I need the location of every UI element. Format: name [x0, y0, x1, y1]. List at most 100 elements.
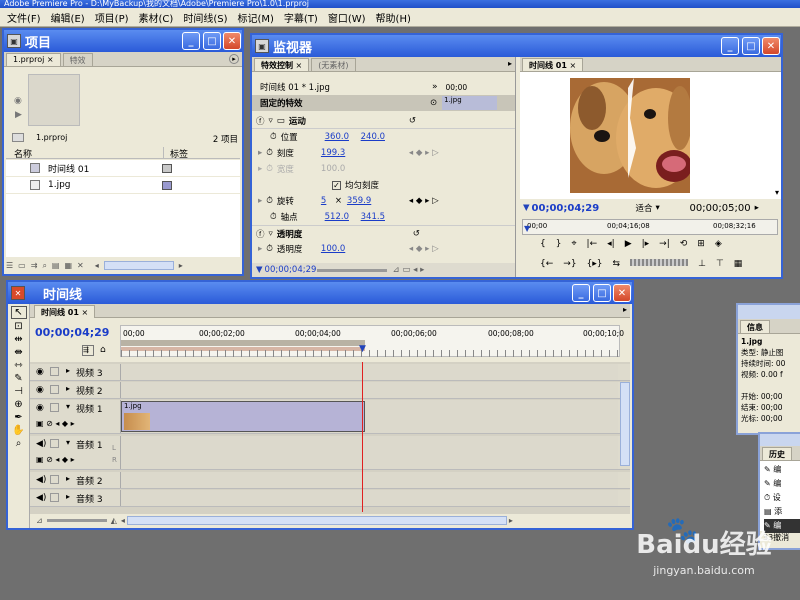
- mark-in-icon[interactable]: {: [540, 239, 546, 249]
- reset-icon[interactable]: ↺: [413, 229, 420, 239]
- horizontal-scrollbar[interactable]: [126, 515, 507, 525]
- track-lane[interactable]: 1.jpg: [120, 400, 618, 433]
- rolling-edit-tool-icon[interactable]: ⇼: [14, 347, 22, 358]
- menu-timeline[interactable]: 时间线(S): [178, 10, 232, 25]
- track-lane[interactable]: [120, 382, 618, 398]
- lock-box[interactable]: [50, 367, 59, 376]
- tab-effects[interactable]: 特效: [62, 53, 93, 66]
- stopwatch-icon[interactable]: ⏱: [270, 212, 277, 222]
- panel-menu-button[interactable]: ▸: [229, 54, 239, 64]
- program-timecode[interactable]: 00;00;04;29: [532, 203, 636, 214]
- lock-box[interactable]: [50, 493, 59, 502]
- hand-tool-icon[interactable]: ✋: [12, 425, 24, 436]
- tab-effect-controls[interactable]: 特效控制 ×: [254, 58, 310, 71]
- maximize-button[interactable]: □: [203, 32, 221, 50]
- stopwatch-icon[interactable]: ⏱: [266, 164, 273, 174]
- scale-value[interactable]: 199.3: [321, 148, 409, 158]
- zoom-in-icon[interactable]: ◭: [111, 516, 117, 525]
- fit-dropdown[interactable]: 适合: [636, 202, 656, 214]
- shuttle-icon[interactable]: ⇆: [613, 259, 621, 269]
- scroll-right-icon[interactable]: ▸: [509, 516, 513, 525]
- track-select-tool-icon[interactable]: ⊡: [14, 321, 22, 332]
- selection-tool-icon[interactable]: ↖: [10, 306, 27, 319]
- speaker-icon[interactable]: ◀): [36, 439, 46, 449]
- scroll-left-icon[interactable]: ◂: [95, 261, 99, 270]
- speaker-icon[interactable]: ◀): [36, 475, 46, 485]
- display-style-icon[interactable]: ▣ ⊘ ◂ ◆ ▸: [36, 419, 75, 428]
- list-view-icon[interactable]: ☰: [6, 261, 13, 270]
- razor-tool-icon[interactable]: ✎: [14, 373, 22, 384]
- track-lane[interactable]: [120, 436, 618, 469]
- rate-stretch-tool-icon[interactable]: ⇿: [14, 360, 22, 371]
- pen-tool-icon[interactable]: ✒: [14, 412, 22, 423]
- timeline-ruler[interactable]: 00;00 00;00;02;00 00;00;04;00 00;00;06;0…: [120, 325, 624, 357]
- menu-title[interactable]: 字幕(T): [279, 10, 323, 25]
- keyframe-nav-icon[interactable]: ◂ ◆ ▸ ▷: [409, 148, 439, 158]
- position-y-value[interactable]: 240.0: [361, 132, 385, 142]
- tab-history[interactable]: 历史: [762, 447, 792, 460]
- menu-help[interactable]: 帮助(H): [371, 10, 416, 25]
- list-item[interactable]: 时间线 01: [6, 160, 240, 176]
- zoom-tool-icon[interactable]: ⌕: [16, 438, 22, 449]
- step-forward-icon[interactable]: |▸: [642, 239, 650, 249]
- find-icon[interactable]: ⌕: [42, 261, 46, 271]
- track-lane[interactable]: [120, 490, 618, 506]
- playhead-marker[interactable]: ▼: [524, 224, 530, 233]
- menu-window[interactable]: 窗口(W): [323, 10, 371, 25]
- column-name[interactable]: 名称: [6, 147, 164, 160]
- marker-icon[interactable]: ⌂: [100, 345, 106, 355]
- snap-icon[interactable]: ⇶: [82, 345, 94, 356]
- playhead-marker[interactable]: ▼: [359, 344, 366, 354]
- work-area-bar[interactable]: [121, 340, 365, 346]
- program-ruler[interactable]: 00;00 00;04;16;08 00;08;32;16 ▼: [522, 219, 778, 235]
- keyframe-nav-icon[interactable]: ◂ ◆ ▸ ▷: [409, 196, 439, 206]
- track-lane[interactable]: [120, 364, 618, 380]
- eye-icon[interactable]: ◉: [36, 367, 44, 377]
- history-item-icon[interactable]: ✎ 编: [764, 463, 800, 477]
- stopwatch-icon[interactable]: ⏱: [266, 148, 273, 158]
- collapse-icon[interactable]: ⊙: [430, 98, 437, 108]
- trim-icon[interactable]: ▦: [734, 259, 743, 269]
- list-item[interactable]: 1.jpg: [6, 177, 240, 193]
- extract-icon[interactable]: ⊤: [716, 259, 724, 269]
- eye-icon[interactable]: ◉: [36, 385, 44, 395]
- lock-box[interactable]: [50, 403, 59, 412]
- minimize-button[interactable]: _: [182, 32, 200, 50]
- anchor-x-value[interactable]: 512.0: [325, 212, 361, 222]
- panel-menu-button[interactable]: ▸: [755, 203, 759, 213]
- goto-prev-icon[interactable]: {←: [540, 259, 553, 269]
- menu-edit[interactable]: 编辑(E): [46, 10, 90, 25]
- expand-icon[interactable]: ▸: [258, 148, 262, 158]
- history-item-icon[interactable]: ✎ 编: [764, 477, 800, 491]
- delete-icon[interactable]: ✕: [77, 261, 84, 270]
- expand-icon[interactable]: ▸: [258, 196, 262, 206]
- stopwatch-icon[interactable]: ⏱: [266, 244, 273, 254]
- panel-menu-button[interactable]: ▸: [508, 59, 512, 68]
- stopwatch-icon[interactable]: ⏱: [266, 196, 273, 206]
- bin-icon[interactable]: ▤: [52, 261, 60, 270]
- slip-tool-icon[interactable]: ⊣: [14, 386, 23, 397]
- minimize-button[interactable]: _: [572, 284, 590, 302]
- scroll-right-icon[interactable]: ▸: [179, 261, 183, 270]
- menu-clip[interactable]: 素材(C): [134, 10, 179, 25]
- panel-menu-button[interactable]: ▸: [623, 305, 627, 314]
- vertical-scrollbar[interactable]: [620, 382, 630, 466]
- chevron-down-icon[interactable]: ▾: [656, 203, 690, 213]
- close-small-icon[interactable]: ✕: [11, 286, 25, 300]
- expand-icon[interactable]: ▿: [269, 229, 273, 239]
- expand-icon[interactable]: ▿: [269, 116, 273, 126]
- clip-1jpg[interactable]: 1.jpg: [121, 401, 365, 432]
- anchor-y-value[interactable]: 341.5: [361, 212, 385, 222]
- zoom-slider[interactable]: [316, 268, 387, 272]
- menu-marker[interactable]: 标记(M): [232, 10, 278, 25]
- camera-icon[interactable]: ◉: [14, 96, 22, 106]
- tab-project[interactable]: 1.prproj ×: [6, 53, 61, 66]
- rotation-turns[interactable]: 5: [321, 196, 335, 206]
- timeline-timecode[interactable]: 00;00;04;29: [35, 326, 109, 339]
- scroll-left-icon[interactable]: ◂: [121, 516, 125, 525]
- eye-icon[interactable]: ◉: [36, 403, 44, 413]
- show-timeline-icon[interactable]: »: [432, 82, 438, 92]
- expand-icon[interactable]: ▸: [258, 244, 262, 254]
- lock-box[interactable]: [50, 439, 59, 448]
- folder-up-icon[interactable]: [12, 133, 24, 142]
